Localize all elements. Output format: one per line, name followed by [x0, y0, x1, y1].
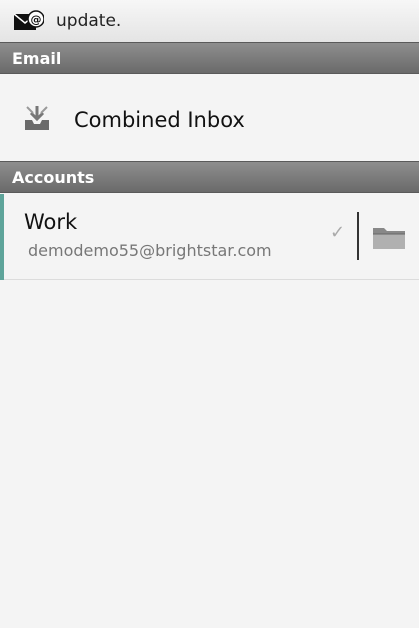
section-header-label: Accounts	[12, 167, 95, 187]
check-icon: ✓	[330, 222, 346, 243]
combined-inbox-label: Combined Inbox	[74, 108, 245, 132]
email-notification-icon: @	[13, 10, 45, 32]
section-header-email: Email	[0, 42, 419, 74]
account-email: demodemo55@brightstar.com	[28, 241, 272, 260]
status-bar: @ update.	[0, 0, 419, 42]
account-item-work[interactable]: Work demodemo55@brightstar.com ✓	[0, 194, 419, 280]
divider	[357, 212, 359, 260]
status-text: update.	[56, 11, 122, 31]
svg-text:@: @	[31, 13, 42, 26]
account-color-accent	[0, 194, 4, 280]
section-header-label: Email	[12, 48, 62, 68]
folder-icon[interactable]	[366, 216, 412, 258]
inbox-tray-icon	[22, 104, 52, 136]
account-name: Work	[24, 210, 78, 234]
combined-inbox-item[interactable]: Combined Inbox	[0, 78, 419, 162]
section-header-accounts: Accounts	[0, 161, 419, 193]
